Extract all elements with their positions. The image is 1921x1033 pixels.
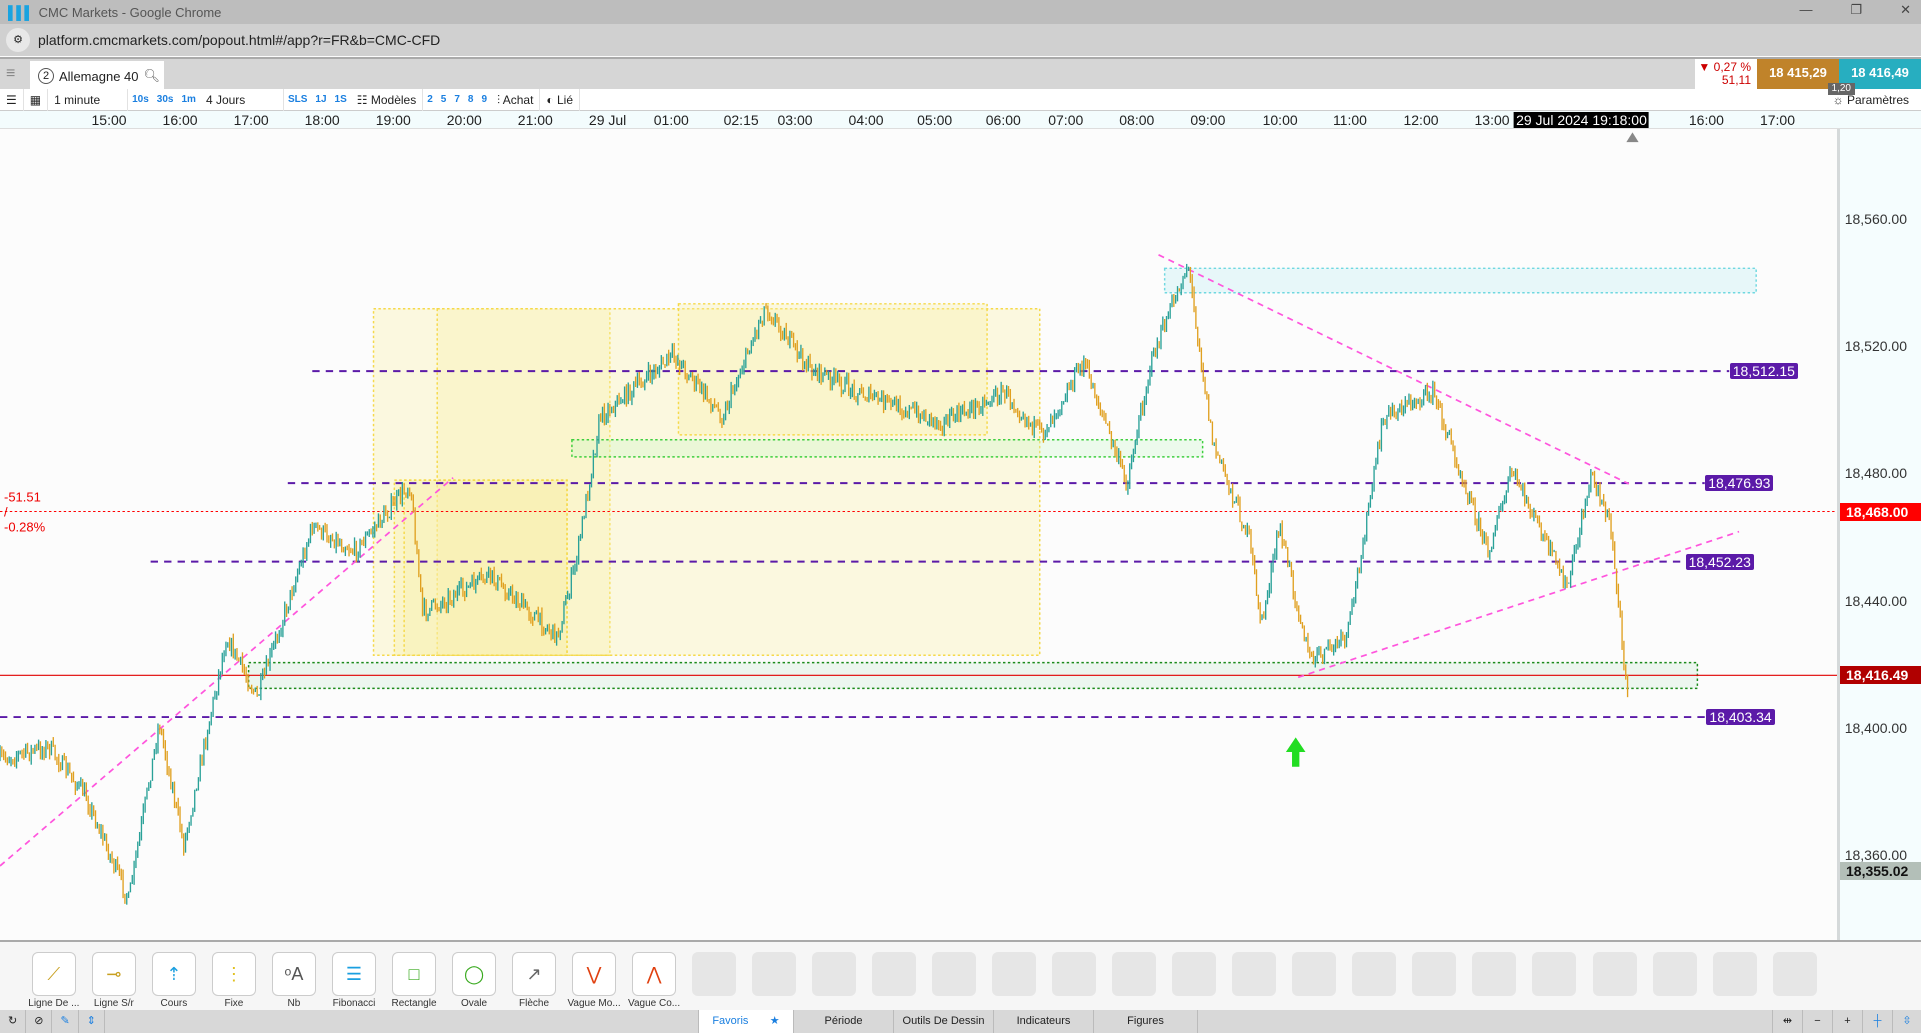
tool-nb-button[interactable]: ᵒA: [271, 952, 316, 996]
level-label: 18,512.15: [1729, 363, 1798, 380]
empty-tool-slot[interactable]: [932, 952, 977, 996]
tab-indicators[interactable]: Indicateurs: [993, 1010, 1093, 1033]
empty-tool-slot[interactable]: [1472, 952, 1517, 996]
crosshair-icon[interactable]: ┼: [1862, 1010, 1892, 1033]
tool-label: Vague Co...: [628, 998, 681, 1009]
price-tick-label: 18,480.00: [1844, 465, 1907, 482]
tool-vague-co--button[interactable]: ⋀: [632, 952, 677, 996]
price-tick-label: 18,360.00: [1844, 847, 1907, 863]
drawing-tools-panel: ⟋ Ligne De ... ⊸ Ligne S/r ⇡ Cours ⋮ Fixe ᵒA Nb ☰ F…: [0, 940, 1921, 1010]
spread-badge: 1,20: [1827, 83, 1855, 95]
price-axis[interactable]: 18,560.00 18,520.00 18,480.00 18,440.00 18,4…: [1837, 129, 1921, 940]
empty-tool-slot[interactable]: [812, 952, 857, 996]
current-price-tag: 18,416.49: [1840, 666, 1921, 685]
bottom-bar: ↻ ⊘ ✎ ⇕ Favoris ★ Période Outils De Dess…: [0, 1010, 1921, 1033]
empty-tool-slot[interactable]: [872, 952, 917, 996]
empty-tool-slot[interactable]: [1232, 952, 1277, 996]
tool-fl-che-button[interactable]: ↗: [512, 952, 557, 996]
up-arrow-icon: [1285, 737, 1306, 767]
price-tick-label: 18,400.00: [1844, 719, 1907, 736]
price-tick-label: 18,440.00: [1844, 592, 1907, 609]
tool-ovale-button[interactable]: ◯: [452, 952, 497, 996]
level-label: 18,403.34: [1706, 709, 1775, 726]
level-label: 18,452.23: [1685, 553, 1754, 570]
empty-tool-slot[interactable]: [692, 952, 737, 996]
time-cursor-marker: [1626, 132, 1639, 143]
low-price-tag: 18,355.02: [1840, 861, 1921, 880]
empty-tool-slot[interactable]: [1772, 952, 1817, 996]
level-label: 18,476.93: [1705, 475, 1774, 492]
tab-favorites[interactable]: Favoris ★: [698, 1010, 793, 1033]
tab-drawing-tools[interactable]: Outils De Dessin: [893, 1010, 993, 1033]
empty-tool-slot[interactable]: [1712, 952, 1757, 996]
empty-tool-slot[interactable]: [1172, 952, 1217, 996]
settings-label: Paramètres: [1846, 93, 1909, 107]
empty-tool-slot[interactable]: [1112, 952, 1157, 996]
buy-price: 18 416,49: [1851, 65, 1909, 80]
zoom-in-button[interactable]: +: [1832, 1010, 1862, 1033]
sort-icon[interactable]: ⇕: [79, 1010, 105, 1033]
star-icon: ★: [769, 1015, 780, 1027]
empty-tool-slot[interactable]: [1532, 952, 1577, 996]
pencil-icon[interactable]: ✎: [52, 1010, 79, 1033]
prev-close-tag: 18,468.00: [1840, 502, 1921, 521]
favorites-label: Favoris: [712, 1015, 749, 1027]
tool-vague-mo--button[interactable]: ⋁: [572, 952, 617, 996]
fit-icon[interactable]: ⇹: [1772, 1010, 1802, 1033]
trend-line: [1297, 530, 1740, 679]
empty-tool-slot[interactable]: [752, 952, 797, 996]
tool-rectangle-button[interactable]: □: [392, 952, 436, 996]
empty-tool-slot[interactable]: [1592, 952, 1637, 996]
zone-rectangle: [1163, 267, 1757, 294]
empty-tool-slot[interactable]: [1352, 952, 1397, 996]
zone-rectangle: [677, 303, 988, 436]
tool-fixe-button[interactable]: ⋮: [211, 952, 256, 996]
zone-rectangle: [571, 439, 1204, 458]
close-button[interactable]: ✕: [1900, 2, 1911, 18]
tool-ligne-s-r-button[interactable]: ⊸: [91, 952, 136, 996]
zoom-out-button[interactable]: −: [1802, 1010, 1832, 1033]
refresh-icon[interactable]: ↻: [0, 1010, 27, 1033]
restore-button[interactable]: ❐: [1850, 2, 1862, 18]
empty-tool-slot[interactable]: [992, 952, 1037, 996]
tool-ligne-de--button[interactable]: ⟋: [31, 952, 76, 996]
empty-tool-slot[interactable]: [1652, 952, 1697, 996]
tab-period[interactable]: Période: [793, 1010, 893, 1033]
empty-tool-slot[interactable]: [1412, 952, 1457, 996]
price-chart[interactable]: [0, 0, 1837, 940]
empty-tool-slot[interactable]: [1292, 952, 1337, 996]
vertical-scale-icon[interactable]: ⇳: [1892, 1010, 1921, 1033]
price-tick-label: 18,560.00: [1844, 211, 1907, 227]
change-label: -51.51 / -0.28%: [4, 489, 46, 535]
tool-fibonacci-button[interactable]: ☰: [331, 952, 376, 996]
price-tick-label: 18,520.00: [1844, 338, 1907, 355]
tool-cours-button[interactable]: ⇡: [151, 952, 196, 996]
tab-figures[interactable]: Figures: [1093, 1010, 1198, 1033]
empty-tool-slot[interactable]: [1052, 952, 1097, 996]
clear-icon[interactable]: ⊘: [26, 1010, 53, 1033]
